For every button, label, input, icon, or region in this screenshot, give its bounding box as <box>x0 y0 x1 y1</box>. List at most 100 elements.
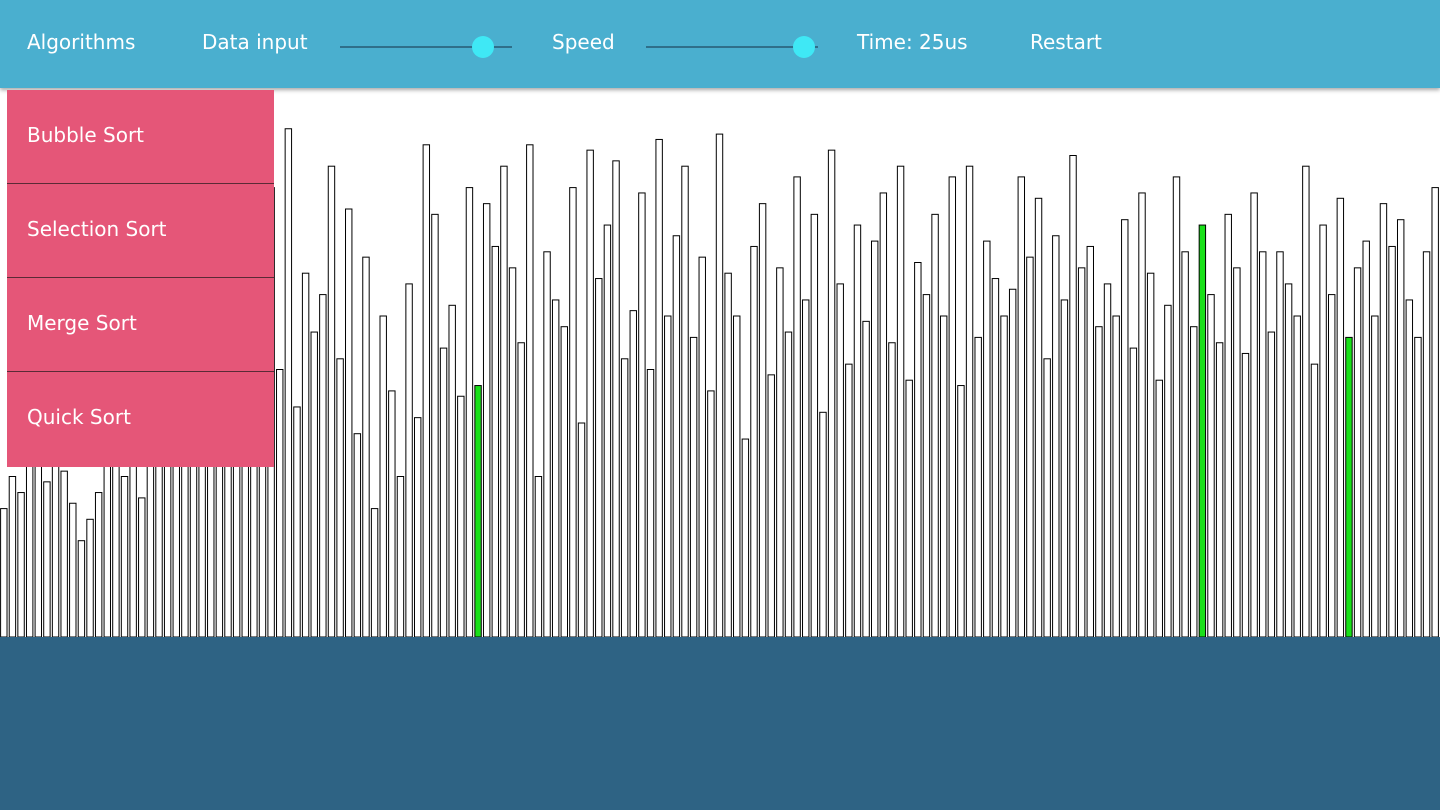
bar <box>1207 294 1215 637</box>
bar <box>586 149 594 637</box>
bar <box>948 176 957 637</box>
bar <box>491 245 500 637</box>
bar <box>741 438 750 637</box>
bar <box>129 443 137 637</box>
bar <box>1155 379 1163 637</box>
bar <box>310 331 318 637</box>
bar <box>810 213 819 637</box>
bar <box>939 315 948 637</box>
bar <box>1233 267 1241 637</box>
bar <box>733 315 741 637</box>
bar-highlighted <box>474 385 482 637</box>
bar <box>862 320 870 637</box>
bar-highlighted <box>1198 224 1207 637</box>
bar <box>1026 256 1034 637</box>
bar <box>689 336 698 637</box>
bar <box>8 476 17 637</box>
bar <box>560 326 569 637</box>
bar <box>379 315 387 637</box>
bar <box>1405 299 1414 637</box>
bar <box>1336 197 1345 637</box>
bar <box>802 299 810 637</box>
bar <box>284 128 293 637</box>
bar <box>595 278 603 637</box>
data-input-label: Data input <box>202 30 308 54</box>
bar <box>776 267 784 637</box>
bar <box>1250 192 1258 637</box>
bar <box>974 336 982 637</box>
bar <box>500 165 508 637</box>
bar <box>69 502 77 637</box>
bar <box>508 267 517 637</box>
speed-slider[interactable] <box>646 36 818 58</box>
bar <box>1293 315 1301 637</box>
bar <box>1310 363 1319 637</box>
menu-item-bubble-sort[interactable]: Bubble Sort <box>7 90 274 184</box>
bar <box>1422 251 1431 637</box>
bar <box>345 208 353 637</box>
bar <box>638 192 646 637</box>
bar <box>293 406 301 637</box>
bar <box>1224 213 1232 637</box>
bar <box>1069 155 1077 637</box>
restart-button[interactable]: Restart <box>1030 29 1102 55</box>
bar <box>1112 315 1120 637</box>
bar <box>457 395 465 637</box>
bar <box>362 256 370 637</box>
bar <box>983 240 991 637</box>
bar <box>836 283 844 637</box>
bar <box>905 379 913 637</box>
bar <box>1000 315 1008 637</box>
menu-item-selection-sort[interactable]: Selection Sort <box>7 184 274 278</box>
bar <box>612 160 620 637</box>
bar <box>0 508 8 637</box>
menu-item-quick-sort[interactable]: Quick Sort <box>7 372 274 467</box>
bar <box>551 299 560 637</box>
bar <box>1146 272 1155 637</box>
bar <box>353 433 362 637</box>
bar <box>1086 245 1094 637</box>
data-input-slider-thumb[interactable] <box>471 36 494 58</box>
bar <box>388 390 396 637</box>
bar <box>336 358 344 637</box>
bar <box>1034 197 1043 637</box>
algorithms-menu-button[interactable]: Algorithms <box>27 29 135 55</box>
bar <box>1077 267 1086 637</box>
bar <box>77 540 86 637</box>
bar <box>1284 283 1293 637</box>
bar <box>888 342 896 637</box>
bar <box>60 470 68 637</box>
bar <box>465 187 474 637</box>
bar <box>784 331 793 637</box>
bar-highlighted <box>1345 336 1353 637</box>
algorithms-dropdown: Bubble Sort Selection Sort Merge Sort Qu… <box>7 90 274 467</box>
bar <box>1276 251 1284 637</box>
bar <box>758 203 767 637</box>
bar <box>1172 176 1181 637</box>
bar <box>914 262 922 637</box>
bar <box>405 283 413 637</box>
bar <box>1121 219 1129 637</box>
bar <box>569 187 577 637</box>
bar <box>1431 187 1439 637</box>
bar <box>681 165 689 637</box>
bar <box>1060 299 1069 637</box>
menu-item-merge-sort[interactable]: Merge Sort <box>7 278 274 372</box>
bar <box>672 235 681 637</box>
bar <box>86 518 94 637</box>
bar <box>1095 326 1103 637</box>
bar <box>922 294 931 637</box>
bar <box>1190 326 1198 637</box>
bar <box>43 481 51 637</box>
bar <box>448 304 456 637</box>
bar <box>1362 240 1370 637</box>
speed-slider-thumb[interactable] <box>793 36 816 58</box>
bar <box>94 492 103 637</box>
top-toolbar: Algorithms Data input Speed Time: 25us R… <box>0 0 1440 88</box>
bar <box>1043 358 1051 637</box>
bar <box>1379 203 1388 637</box>
data-input-slider[interactable] <box>340 36 512 58</box>
bar <box>138 497 146 637</box>
bar <box>1388 245 1396 637</box>
bar <box>482 203 491 637</box>
